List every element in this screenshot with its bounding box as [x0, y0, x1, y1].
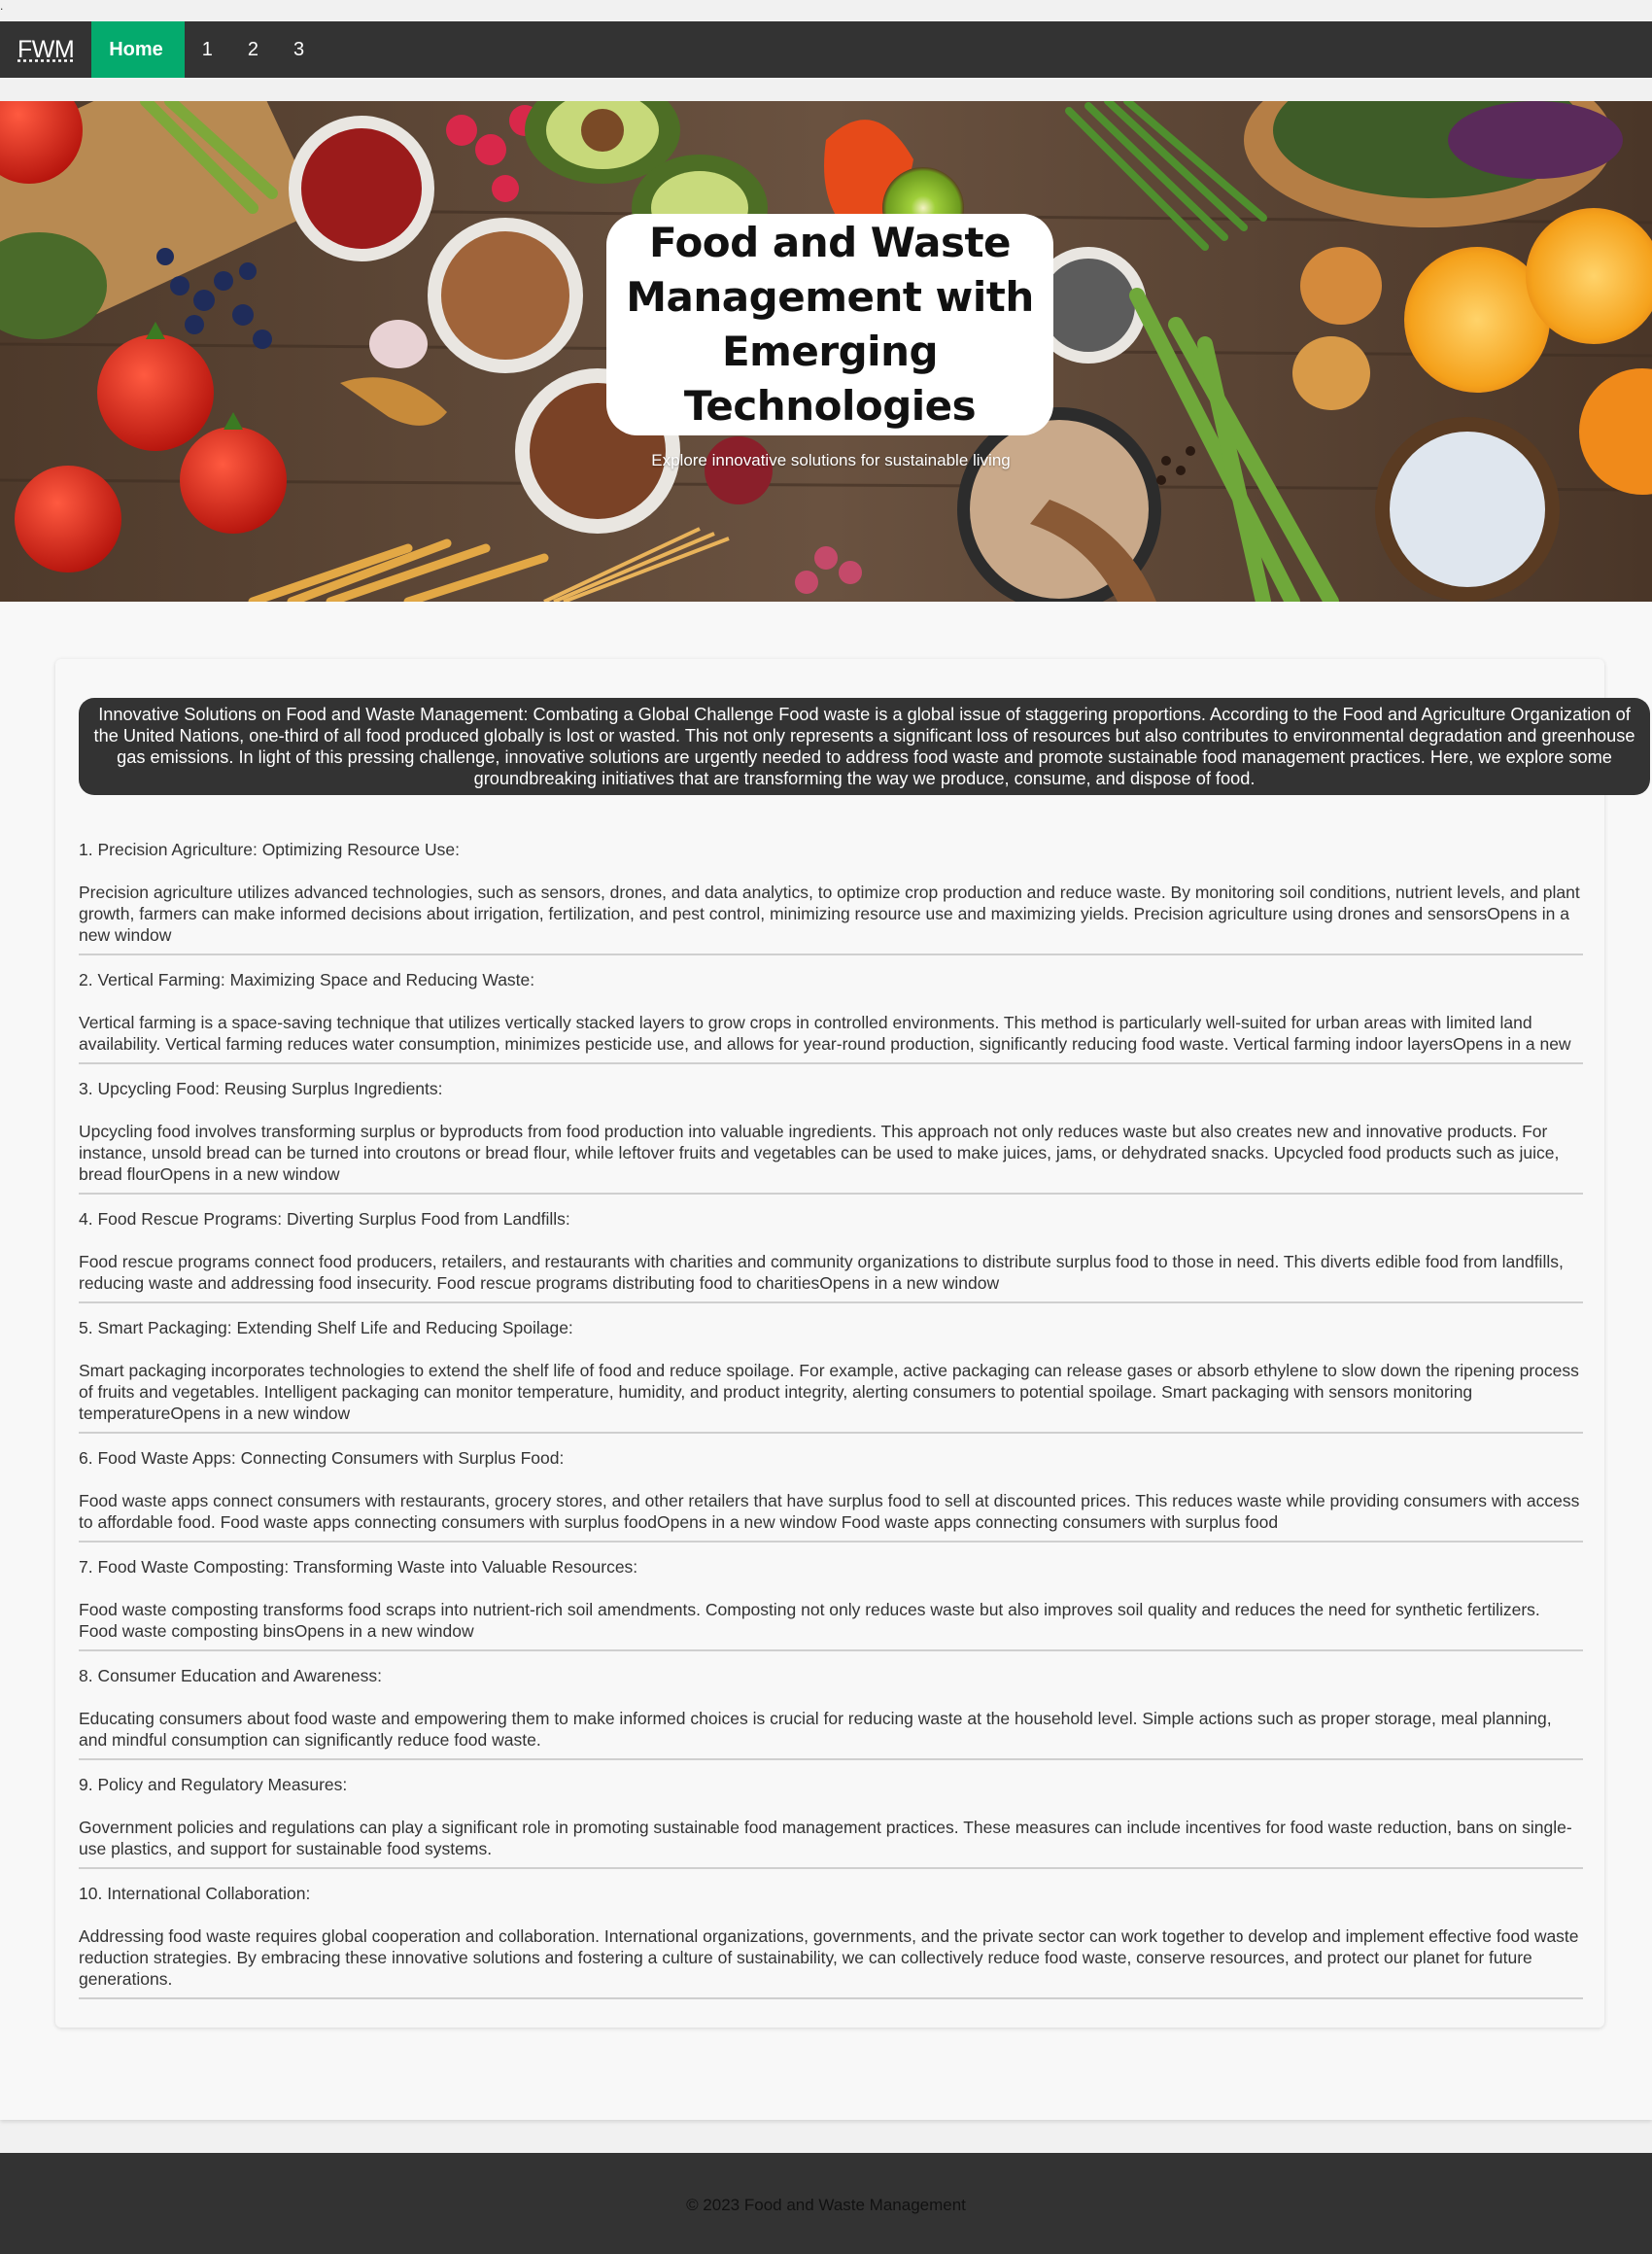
- article-section: 2. Vertical Farming: Maximizing Space an…: [79, 961, 1583, 1064]
- section-heading: 8. Consumer Education and Awareness:: [79, 1666, 382, 1685]
- article-section: 1. Precision Agriculture: Optimizing Res…: [79, 831, 1583, 955]
- hero-subtitle: Explore innovative solutions for sustain…: [651, 451, 1011, 469]
- article-section: 3. Upcycling Food: Reusing Surplus Ingre…: [79, 1070, 1583, 1195]
- section-heading: 7. Food Waste Composting: Transforming W…: [79, 1557, 638, 1577]
- footer-copyright: © 2023 Food and Waste Management: [686, 2196, 966, 2214]
- section-heading: 9. Policy and Regulatory Measures:: [79, 1775, 348, 1794]
- nav-link-1[interactable]: 1: [185, 21, 230, 78]
- article-section: 6. Food Waste Apps: Connecting Consumers…: [79, 1439, 1583, 1543]
- section-body: Food waste apps connect consumers with r…: [79, 1491, 1580, 1532]
- article-section: 7. Food Waste Composting: Transforming W…: [79, 1548, 1583, 1651]
- section-body: Smart packaging incorporates technologie…: [79, 1361, 1579, 1423]
- article-section: 5. Smart Packaging: Extending Shelf Life…: [79, 1309, 1583, 1434]
- page-footer: © 2023 Food and Waste Management: [0, 2153, 1652, 2254]
- section-heading: 1. Precision Agriculture: Optimizing Res…: [79, 840, 460, 859]
- article-section: 10. International Collaboration: Address…: [79, 1875, 1583, 1999]
- section-heading: 3. Upcycling Food: Reusing Surplus Ingre…: [79, 1079, 443, 1098]
- top-navbar: FWM Home 1 2 3: [0, 21, 1652, 78]
- article-section: 9. Policy and Regulatory Measures: Gover…: [79, 1766, 1583, 1869]
- section-body: Vertical farming is a space-saving techn…: [79, 1013, 1571, 1054]
- nav-link-2[interactable]: 2: [230, 21, 276, 78]
- article-section: 8. Consumer Education and Awareness: Edu…: [79, 1657, 1583, 1760]
- section-body: Addressing food waste requires global co…: [79, 1926, 1579, 1989]
- nav-link-3[interactable]: 3: [276, 21, 322, 78]
- brand-logo[interactable]: FWM: [0, 21, 91, 78]
- section-body: Precision agriculture utilizes advanced …: [79, 883, 1580, 945]
- intro-banner: Innovative Solutions on Food and Waste M…: [79, 698, 1650, 795]
- article-sections: 1. Precision Agriculture: Optimizing Res…: [79, 831, 1583, 2005]
- stray-text: .: [0, 0, 4, 13]
- section-heading: 5. Smart Packaging: Extending Shelf Life…: [79, 1318, 573, 1337]
- hero-banner: Food and Waste Management with Emerging …: [0, 101, 1652, 602]
- section-body: Government policies and regulations can …: [79, 1818, 1572, 1858]
- section-body: Food rescue programs connect food produc…: [79, 1252, 1564, 1293]
- section-body: Food waste composting transforms food sc…: [79, 1600, 1540, 1641]
- hero-title-card: Food and Waste Management with Emerging …: [606, 214, 1053, 435]
- section-body: Upcycling food involves transforming sur…: [79, 1122, 1560, 1184]
- section-heading: 4. Food Rescue Programs: Diverting Surpl…: [79, 1209, 570, 1229]
- section-body: Educating consumers about food waste and…: [79, 1709, 1552, 1750]
- section-heading: 2. Vertical Farming: Maximizing Space an…: [79, 970, 535, 989]
- article-section: 4. Food Rescue Programs: Diverting Surpl…: [79, 1200, 1583, 1303]
- hero-title: Food and Waste Management with Emerging …: [626, 219, 1034, 430]
- section-heading: 6. Food Waste Apps: Connecting Consumers…: [79, 1448, 565, 1468]
- section-heading: 10. International Collaboration:: [79, 1884, 311, 1903]
- nav-link-home[interactable]: Home: [91, 21, 185, 78]
